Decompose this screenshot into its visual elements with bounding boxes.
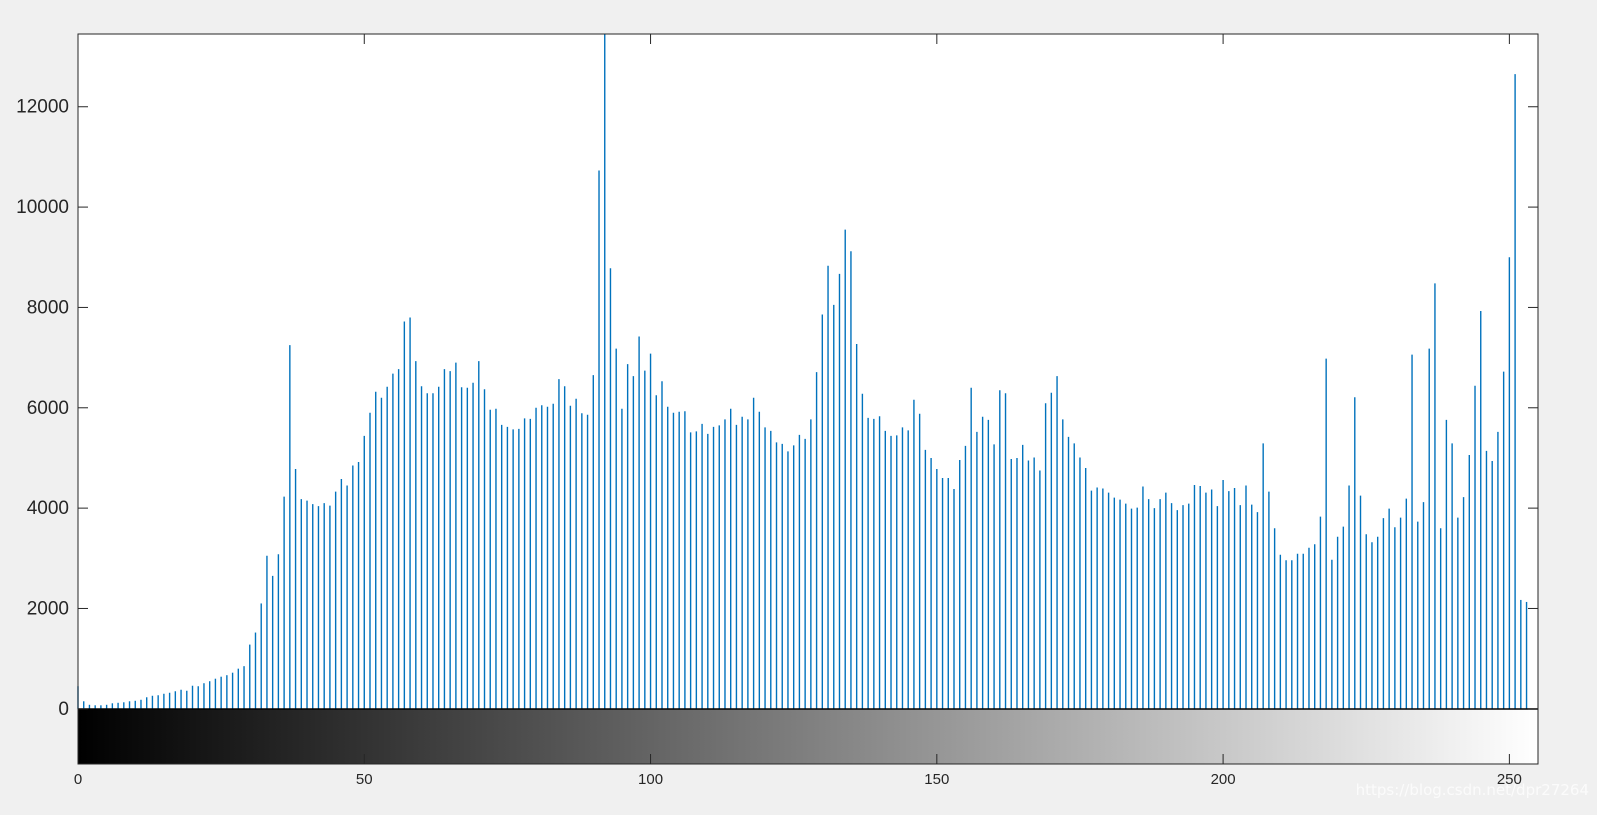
y-tick-label: 10000 [16, 197, 69, 218]
x-tick-label: 150 [924, 771, 949, 788]
x-tick-label: 0 [74, 771, 82, 788]
y-tick-labels: 0 2000 4000 6000 8000 10000 12000 [16, 97, 69, 720]
x-tick-label: 200 [1211, 771, 1236, 788]
x-tick-labels: 0 50 100 150 200 250 [74, 771, 1522, 788]
watermark: https://blog.csdn.net/dpr27264 [1355, 781, 1589, 799]
x-tick-label: 50 [356, 771, 373, 788]
y-tick-label: 12000 [16, 97, 69, 118]
y-tick-label: 2000 [27, 598, 69, 619]
axes-background [78, 34, 1538, 764]
x-tick-label: 100 [638, 771, 663, 788]
y-tick-label: 0 [58, 699, 69, 720]
y-tick-label: 8000 [27, 297, 69, 318]
colorbar [78, 709, 1538, 764]
y-tick-label: 4000 [27, 498, 69, 519]
histogram-figure: 0 50 100 150 200 250 020004000600080001000012… [16, 33, 1539, 788]
y-tick-label: 6000 [27, 398, 69, 419]
